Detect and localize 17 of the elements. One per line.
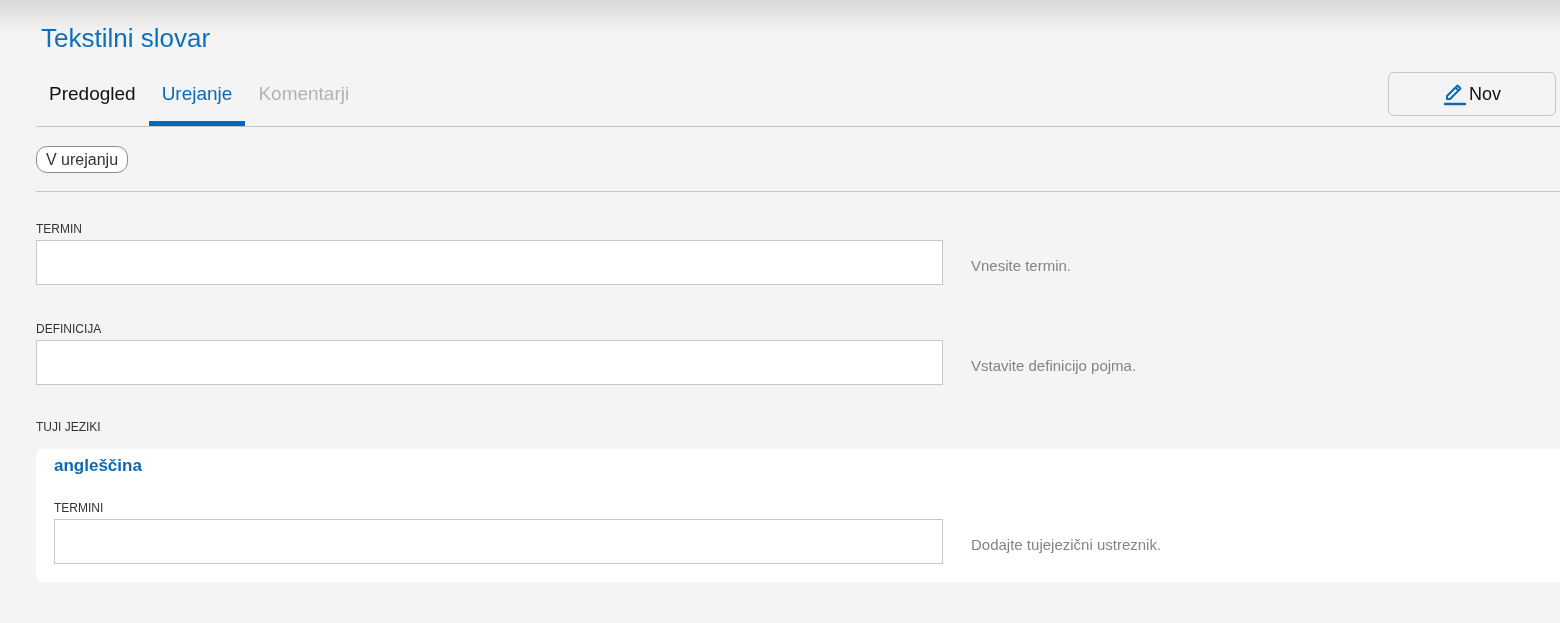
- language-name: angleščina: [54, 456, 142, 476]
- input-field[interactable]: [54, 519, 943, 564]
- input-field[interactable]: [36, 240, 943, 285]
- field-label: TERMIN: [36, 221, 82, 237]
- tab[interactable]: Predogled: [36, 72, 149, 126]
- new-button[interactable]: Nov: [1388, 72, 1556, 116]
- page-title: Tekstilni slovar: [41, 22, 211, 55]
- field-hint: Dodajte tujejezični ustreznik.: [971, 534, 1162, 555]
- section-label: TUJI JEZIKI: [36, 419, 101, 435]
- field-label: DEFINICIJA: [36, 321, 102, 337]
- status-badge: V urejanju: [36, 146, 129, 173]
- pencil-icon: [1443, 82, 1467, 106]
- field-hint: Vstavite definicijo pojma.: [971, 355, 1137, 376]
- input-field[interactable]: [36, 340, 943, 385]
- field-label: TERMINI: [54, 500, 104, 516]
- field-hint: Vnesite termin.: [971, 255, 1072, 276]
- tab[interactable]: Urejanje: [148, 72, 246, 126]
